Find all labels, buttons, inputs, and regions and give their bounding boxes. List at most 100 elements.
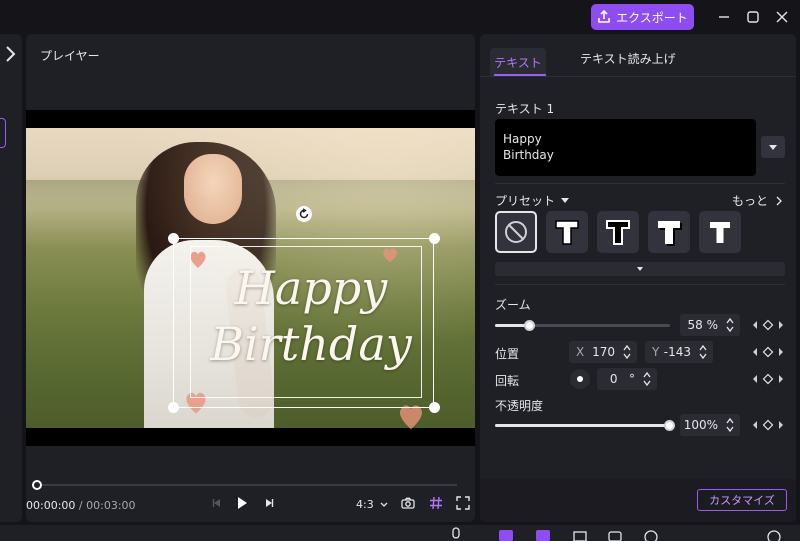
export-label: エクスポート bbox=[616, 10, 688, 25]
zoom-value: 58 bbox=[687, 318, 703, 332]
customize-button[interactable]: カスタマイズ bbox=[697, 489, 787, 511]
opacity-slider-knob[interactable] bbox=[664, 420, 675, 431]
rotation-dial-dot bbox=[577, 376, 583, 382]
text-content-field[interactable]: Happy Birthday bbox=[495, 119, 756, 176]
tab-text-label: テキスト bbox=[494, 55, 542, 70]
zoom-slider-knob[interactable] bbox=[524, 320, 535, 331]
export-icon bbox=[598, 10, 610, 23]
time-total: 00:03:00 bbox=[86, 499, 136, 512]
player-title: プレイヤー bbox=[40, 49, 100, 63]
preset-none[interactable] bbox=[495, 211, 537, 253]
keyframe-icon bbox=[753, 419, 783, 431]
play-icon bbox=[238, 497, 247, 509]
text-content-line-1: Happy bbox=[503, 132, 542, 146]
step-forward-icon bbox=[266, 499, 274, 507]
export-button[interactable]: エクスポート bbox=[591, 4, 694, 30]
camera-icon bbox=[401, 497, 415, 509]
snapshot-button[interactable] bbox=[401, 496, 415, 510]
overlay-text[interactable]: Happy Birthday bbox=[206, 260, 416, 372]
expand-presets-button[interactable] bbox=[495, 262, 785, 276]
rotation-dial[interactable] bbox=[570, 369, 590, 389]
y-value: -143 bbox=[663, 345, 691, 359]
rotation-input[interactable]: 0 ° bbox=[597, 368, 657, 390]
title-bar: エクスポート bbox=[0, 0, 800, 34]
caret-down-icon bbox=[637, 267, 643, 271]
preset-label: プリセット bbox=[495, 194, 556, 208]
zoom-out-icon[interactable] bbox=[643, 527, 659, 541]
caret-down-icon bbox=[769, 144, 777, 150]
position-x-input[interactable]: X 170 bbox=[569, 341, 637, 363]
left-panel-strip bbox=[0, 34, 22, 522]
keyframe-icon bbox=[753, 319, 783, 331]
play-button[interactable] bbox=[235, 496, 249, 510]
opacity-label: 不透明度 bbox=[495, 399, 544, 413]
zoom-input[interactable]: 58 % bbox=[680, 314, 740, 336]
close-button[interactable] bbox=[772, 7, 792, 27]
aspect-ratio-select[interactable]: 4:3 bbox=[356, 498, 388, 511]
spinner-icon[interactable] bbox=[725, 417, 735, 433]
maximize-button[interactable] bbox=[743, 7, 763, 27]
grid-icon bbox=[430, 496, 442, 510]
tab-text[interactable]: テキスト bbox=[490, 48, 546, 76]
step-back-icon bbox=[212, 499, 220, 507]
opacity-slider-fill bbox=[495, 424, 670, 427]
overlay-text-line-2: Birthday bbox=[210, 317, 412, 371]
video-preview[interactable]: Happy Birthday bbox=[26, 110, 475, 446]
preset-bold-white[interactable] bbox=[546, 211, 588, 253]
next-frame-button[interactable] bbox=[262, 496, 276, 510]
preset-shadow[interactable] bbox=[648, 211, 690, 253]
keyframe-icon bbox=[753, 373, 783, 385]
zoom-keyframe-controls[interactable] bbox=[751, 319, 785, 331]
chevron-right-icon[interactable] bbox=[2, 44, 18, 64]
playhead-knob[interactable] bbox=[32, 480, 42, 490]
position-y-input[interactable]: Y -143 bbox=[645, 341, 713, 363]
rotation-value: 0 bbox=[609, 372, 618, 386]
rotation-label: 回転 bbox=[495, 374, 520, 388]
time-separator: / bbox=[78, 499, 83, 512]
resize-handle-bottom-right[interactable] bbox=[429, 402, 440, 413]
section-divider bbox=[495, 284, 785, 285]
fullscreen-icon bbox=[456, 496, 470, 510]
text-content-line-2: Birthday bbox=[503, 148, 554, 162]
position-keyframe-controls[interactable] bbox=[751, 346, 785, 358]
preset-dropdown[interactable]: プリセット bbox=[495, 192, 570, 209]
timeline-toolbar bbox=[0, 525, 800, 541]
properties-panel: テキスト テキスト読み上げ テキスト 1 Happy Birthday プリセッ… bbox=[480, 34, 796, 522]
minimize-button[interactable] bbox=[714, 7, 734, 27]
fit-icon[interactable] bbox=[607, 527, 623, 541]
resize-handle-top-right[interactable] bbox=[429, 233, 440, 244]
zoom-in-icon[interactable] bbox=[766, 527, 782, 541]
scrubber-track bbox=[37, 484, 457, 486]
timeline-scrubber[interactable] bbox=[26, 480, 475, 490]
previous-frame-button[interactable] bbox=[210, 496, 224, 510]
rotation-keyframe-controls[interactable] bbox=[751, 373, 785, 385]
rotate-handle[interactable] bbox=[296, 206, 312, 222]
x-label: X bbox=[576, 345, 585, 359]
player-panel: プレイヤー Happy Birthday 00:00:00 / 00:03:00… bbox=[26, 34, 475, 522]
tab-text-to-speech[interactable]: テキスト読み上げ bbox=[580, 50, 676, 67]
preset-outline[interactable] bbox=[597, 211, 639, 253]
resize-handle-top-left[interactable] bbox=[168, 233, 179, 244]
grid-toggle-button[interactable] bbox=[429, 496, 443, 510]
text-style-icon bbox=[555, 220, 579, 245]
scene-detect-icon[interactable] bbox=[535, 527, 551, 541]
preset-plain[interactable] bbox=[699, 211, 741, 253]
microphone-icon[interactable] bbox=[448, 527, 464, 541]
spinner-icon[interactable] bbox=[725, 317, 735, 333]
selected-item-frame[interactable] bbox=[0, 118, 6, 148]
spinner-icon[interactable] bbox=[698, 344, 708, 360]
spinner-icon[interactable] bbox=[642, 371, 652, 387]
zoom-label: ズーム bbox=[495, 298, 531, 312]
resize-handle-bottom-left[interactable] bbox=[168, 402, 179, 413]
fullscreen-button[interactable] bbox=[456, 496, 470, 510]
text-options-dropdown[interactable] bbox=[761, 136, 785, 158]
spinner-icon[interactable] bbox=[622, 344, 632, 360]
close-icon bbox=[776, 11, 788, 23]
y-label: Y bbox=[652, 345, 660, 359]
opacity-keyframe-controls[interactable] bbox=[751, 419, 785, 431]
ai-cut-icon[interactable] bbox=[498, 527, 514, 541]
opacity-input[interactable]: 100% bbox=[680, 414, 740, 436]
more-presets-link[interactable]: もっと bbox=[732, 192, 782, 209]
x-value: 170 bbox=[592, 345, 615, 359]
split-icon[interactable] bbox=[572, 527, 588, 541]
